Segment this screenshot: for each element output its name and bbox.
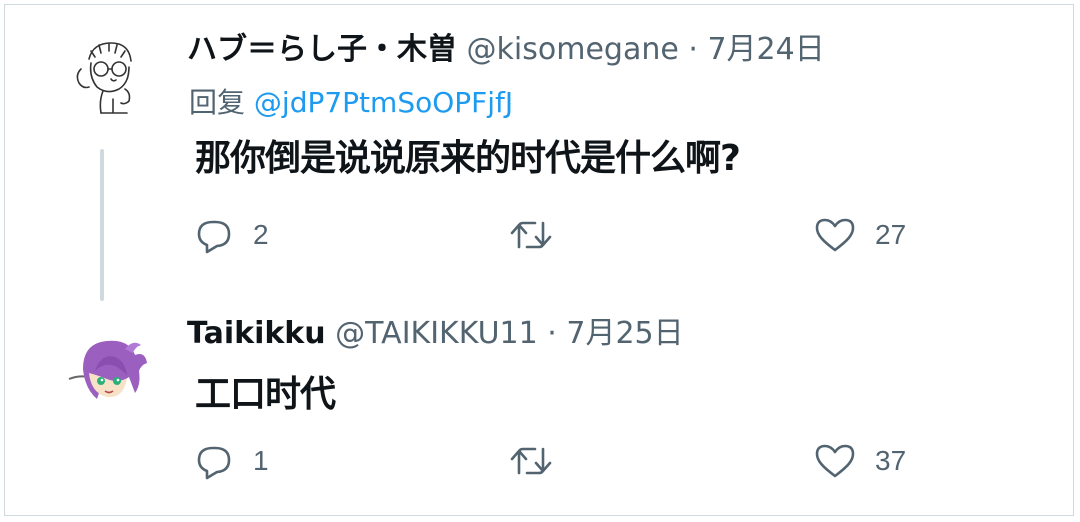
reply-prefix: 回复 bbox=[189, 86, 246, 119]
tweet-date[interactable]: 7月25日 bbox=[566, 316, 683, 351]
display-name[interactable]: Taikikku bbox=[187, 316, 326, 351]
tweet-header: ハブ＝らし子・木曽 @kisomegane · 7月24日 bbox=[187, 31, 825, 69]
reply-context: 回复 @jdP7PtmSoOPFjfJ bbox=[189, 85, 513, 121]
reply-mention-link[interactable]: @jdP7PtmSoOPFjfJ bbox=[254, 86, 513, 119]
avatar-taikikku[interactable] bbox=[55, 321, 155, 421]
like-button[interactable]: 37 bbox=[813, 437, 906, 485]
separator-dot: · bbox=[688, 32, 698, 67]
tweet-date[interactable]: 7月24日 bbox=[707, 32, 824, 67]
line-drawing-avatar-icon bbox=[55, 29, 155, 129]
thread-connector-line bbox=[100, 149, 104, 301]
avatar-kisomegane[interactable] bbox=[55, 29, 155, 129]
tweet-header: Taikikku @TAIKIKKU11 · 7月25日 bbox=[187, 315, 684, 353]
like-count: 27 bbox=[875, 219, 907, 250]
handle[interactable]: @TAIKIKKU11 bbox=[335, 316, 538, 351]
reply-icon bbox=[197, 220, 231, 254]
reply-count: 2 bbox=[253, 219, 269, 250]
tweet-text: 工口时代 bbox=[195, 374, 336, 415]
reply-count: 1 bbox=[253, 445, 269, 476]
tweet-1[interactable]: ハブ＝らし子・木曽 @kisomegane · 7月24日 回复 @jdP7Pt… bbox=[5, 5, 1075, 305]
retweet-button[interactable] bbox=[507, 437, 573, 485]
heart-icon bbox=[815, 444, 855, 478]
display-name[interactable]: ハブ＝らし子・木曽 bbox=[187, 32, 457, 67]
tweet-text: 那你倒是说说原来的时代是什么啊? bbox=[195, 138, 741, 179]
reply-icon bbox=[197, 446, 231, 480]
like-count: 37 bbox=[875, 445, 907, 476]
tweet-2[interactable]: Taikikku @TAIKIKKU11 · 7月25日 工口时代 1 37 bbox=[5, 305, 1075, 517]
purple-hair-anime-avatar-icon bbox=[55, 321, 155, 421]
separator-dot: · bbox=[547, 316, 557, 351]
handle[interactable]: @kisomegane bbox=[467, 32, 679, 67]
tweet-actions: 1 37 bbox=[191, 437, 931, 485]
tweet-thread-card: ハブ＝らし子・木曽 @kisomegane · 7月24日 回复 @jdP7Pt… bbox=[4, 4, 1074, 516]
retweet-button[interactable] bbox=[507, 211, 573, 259]
reply-button[interactable]: 1 bbox=[191, 437, 269, 485]
heart-icon bbox=[815, 218, 855, 252]
retweet-icon bbox=[510, 221, 552, 249]
retweet-icon bbox=[510, 447, 552, 475]
reply-button[interactable]: 2 bbox=[191, 211, 269, 259]
like-button[interactable]: 27 bbox=[813, 211, 906, 259]
tweet-actions: 2 27 bbox=[191, 211, 931, 259]
